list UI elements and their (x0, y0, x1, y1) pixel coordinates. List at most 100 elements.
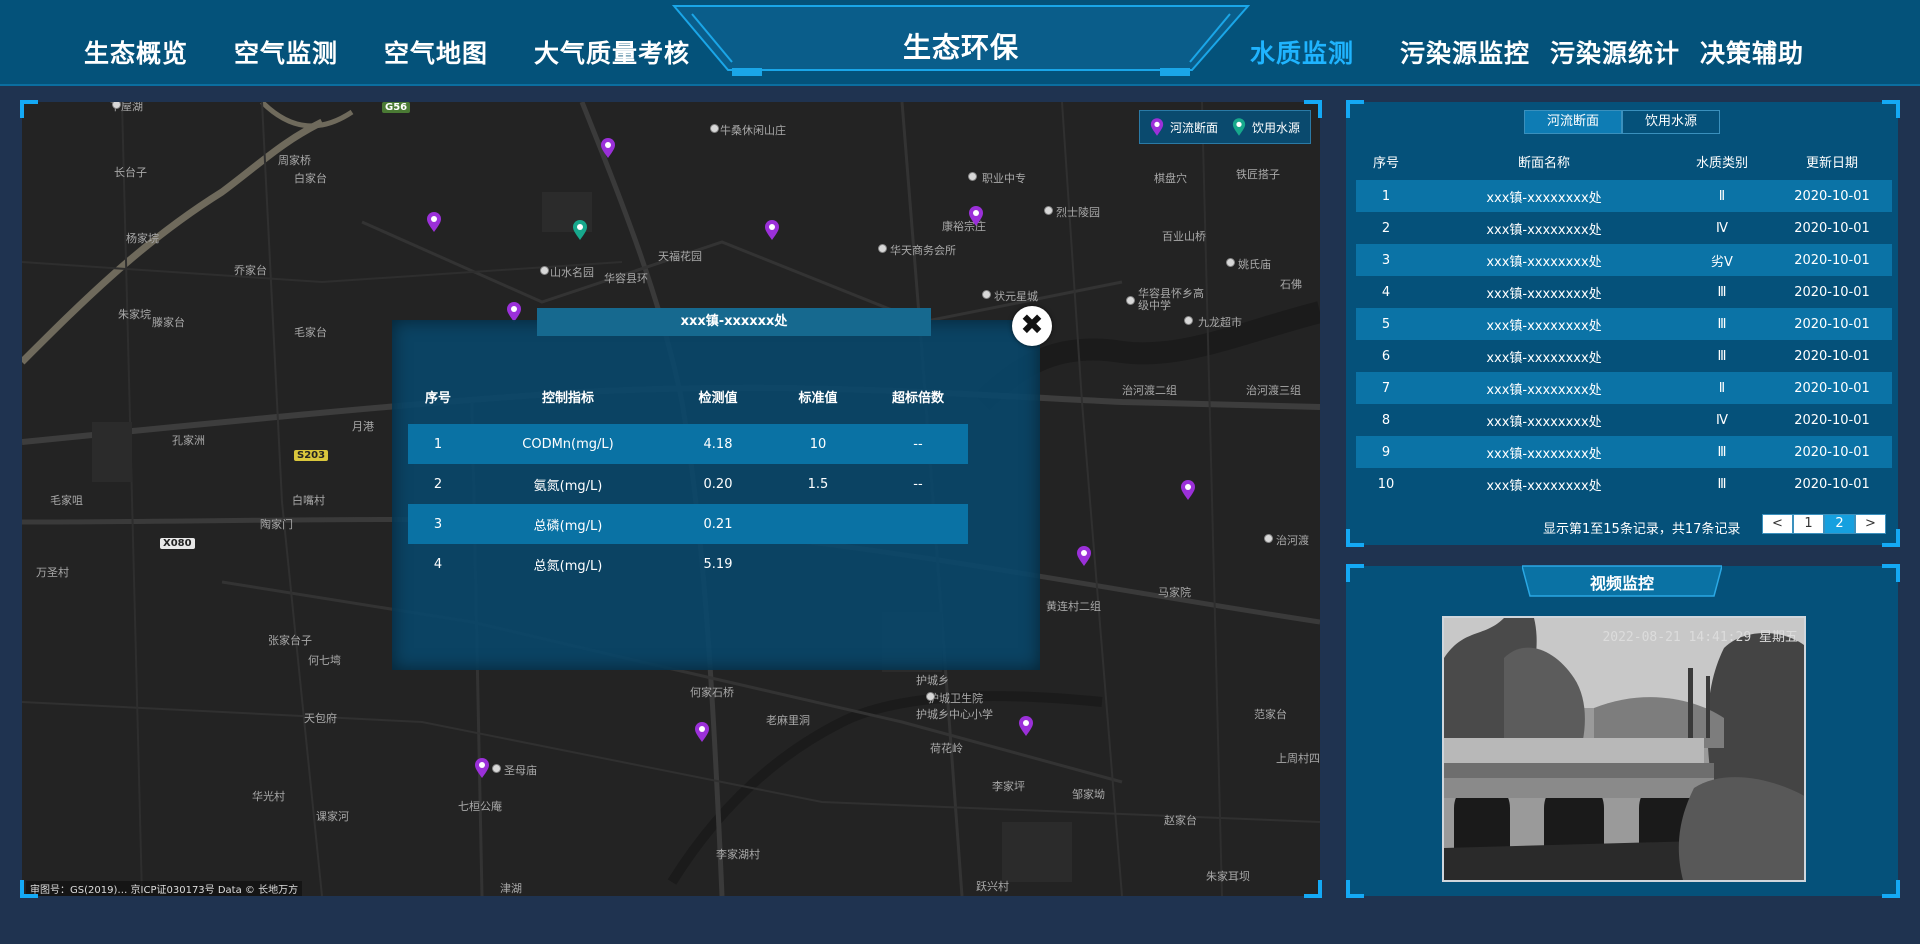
poi-dot (540, 266, 549, 275)
cell: Ⅳ (1716, 220, 1728, 236)
river-section-marker[interactable] (1180, 480, 1196, 500)
popup-title: xxx镇-xxxxxx处 (537, 308, 931, 336)
map-label: 护城乡 (916, 674, 949, 687)
video-monitor-panel: 视频监控 2022-08-21 14:41:29 星期五 (1346, 565, 1898, 896)
cell: xxx镇-xxxxxxxx处 (1486, 350, 1602, 366)
cell: 8 (1381, 412, 1391, 428)
cell: 2020-10-01 (1794, 284, 1870, 300)
table-row[interactable]: 5 xxx镇-xxxxxxxx处 Ⅲ 2020-10-01 (1356, 308, 1892, 340)
frame-corner (1882, 100, 1900, 118)
river-section-panel: 河流断面 饮用水源 序号 断面名称 水质类别 更新日期 1 xxx镇-xxxxxx… (1346, 102, 1898, 545)
cell: 7 (1381, 380, 1391, 396)
river-section-marker[interactable] (968, 206, 984, 226)
cell: 1 (433, 436, 443, 452)
map-label: 姚氏庙 (1238, 258, 1271, 271)
cell: 5 (1381, 316, 1391, 332)
cell: Ⅲ (1717, 316, 1727, 332)
poi-dot (982, 290, 991, 299)
panel-tabs: 河流断面 饮用水源 (1524, 110, 1720, 134)
video-panel-title: 视频监控 (1589, 574, 1654, 593)
river-section-marker[interactable] (600, 138, 616, 158)
nav-air-quality-assessment[interactable]: 大气质量考核 (534, 34, 690, 70)
frame-corner (1882, 880, 1900, 898)
map-label: 老麻里洞 (766, 714, 810, 727)
popup-indicator-table: 序号 控制指标 检测值 标准值 超标倍数 1 CODMn(mg/L) 4.18 … (408, 380, 968, 584)
tab-drinking-water[interactable]: 饮用水源 (1622, 110, 1720, 134)
table-row[interactable]: 7 xxx镇-xxxxxxxx处 Ⅱ 2020-10-01 (1356, 372, 1892, 404)
map-label: 朱家耳坝 (1206, 870, 1250, 883)
cell: 2020-10-01 (1794, 252, 1870, 268)
water-quality-map[interactable]: 下屋湖 G56 牛桑休闲山庄 周家桥 长台子 白家台 职业中专 棋盘穴 铁匠搭子… (22, 102, 1320, 896)
table-row: 1 CODMn(mg/L) 4.18 10 -- (408, 424, 968, 464)
map-label: 九龙超市 (1198, 316, 1242, 329)
road-badge-g56: G56 (382, 102, 411, 113)
river-section-marker[interactable] (506, 302, 522, 322)
river-section-marker[interactable] (474, 758, 490, 778)
table-row[interactable]: 10 xxx镇-xxxxxxxx处 Ⅲ 2020-10-01 (1356, 468, 1892, 500)
river-section-marker[interactable] (1018, 716, 1034, 736)
map-label: 课家河 (316, 810, 349, 823)
cell: -- (913, 476, 923, 492)
poi-dot (1184, 316, 1193, 325)
cell: 2020-10-01 (1794, 220, 1870, 236)
frame-corner (20, 100, 38, 118)
map-label: 烈士陵园 (1056, 206, 1100, 219)
table-row[interactable]: 9 xxx镇-xxxxxxxx处 Ⅲ 2020-10-01 (1356, 436, 1892, 468)
map-label: 山水名园 (550, 266, 594, 279)
river-section-marker[interactable] (764, 220, 780, 240)
table-row[interactable]: 2 xxx镇-xxxxxxxx处 Ⅳ 2020-10-01 (1356, 212, 1892, 244)
prev-page-button[interactable]: < (1762, 514, 1793, 534)
col-header: 序号 (1372, 155, 1399, 171)
top-header: 生态概览 空气监测 空气地图 大气质量考核 生态环保 水质监测 污染源监控 污染… (0, 0, 1920, 86)
map-label: 白嘴村 (292, 494, 325, 507)
col-header: 水质类别 (1695, 155, 1748, 171)
map-label: 华天商务会所 (890, 244, 956, 257)
page-1-button[interactable]: 1 (1793, 514, 1824, 534)
map-label: 棋盘穴 (1154, 172, 1187, 185)
map-label: 毛家台 (294, 326, 327, 339)
nav-pollution-statistics[interactable]: 污染源统计 (1550, 34, 1680, 70)
river-marker-icon (1150, 118, 1164, 136)
table-row[interactable]: 8 xxx镇-xxxxxxxx处 Ⅳ 2020-10-01 (1356, 404, 1892, 436)
cell: -- (913, 436, 923, 452)
legend-river[interactable]: 河流断面 (1150, 118, 1218, 136)
cell: 2 (1381, 220, 1391, 236)
cell: 4 (1381, 284, 1391, 300)
map-legend: 河流断面 饮用水源 (1138, 110, 1311, 144)
map-label: 孔家洲 (172, 434, 205, 447)
nav-air-map[interactable]: 空气地图 (384, 34, 488, 70)
table-row[interactable]: 1 xxx镇-xxxxxxxx处 Ⅱ 2020-10-01 (1356, 180, 1892, 212)
page-2-button[interactable]: 2 (1824, 514, 1855, 534)
table-row[interactable]: 4 xxx镇-xxxxxxxx处 Ⅲ 2020-10-01 (1356, 276, 1892, 308)
river-section-marker[interactable] (426, 212, 442, 232)
map-copyright: 审图号：GS(2019)… 京ICP证030173号 Data © 长地万方 (26, 881, 303, 896)
cell: 2 (433, 476, 443, 492)
nav-air-monitoring[interactable]: 空气监测 (234, 34, 338, 70)
map-label: 何七塆 (308, 654, 341, 667)
cell: 1.5 (807, 476, 829, 492)
table-row[interactable]: 3 xxx镇-xxxxxxxx处 劣Ⅴ 2020-10-01 (1356, 244, 1892, 276)
nav-pollution-monitoring[interactable]: 污染源监控 (1400, 34, 1530, 70)
river-section-marker[interactable] (694, 722, 710, 742)
map-label: 护城乡中心小学 (916, 708, 993, 721)
map-label: 杨家垸 (126, 232, 159, 245)
video-feed[interactable]: 2022-08-21 14:41:29 星期五 (1442, 616, 1806, 882)
nav-decision-support[interactable]: 决策辅助 (1700, 34, 1804, 70)
cell: 2020-10-01 (1794, 412, 1870, 428)
cell: 总氮(mg/L) (533, 558, 603, 574)
map-label: 邹家坳 (1072, 788, 1105, 801)
nav-water-monitoring[interactable]: 水质监测 (1250, 34, 1354, 70)
frame-corner (1882, 564, 1900, 582)
drinking-water-marker[interactable] (572, 220, 588, 240)
river-section-marker[interactable] (1076, 546, 1092, 566)
table-row[interactable]: 6 xxx镇-xxxxxxxx处 Ⅲ 2020-10-01 (1356, 340, 1892, 372)
map-label: 白家台 (294, 172, 327, 185)
legend-drinking-water[interactable]: 饮用水源 (1232, 118, 1300, 136)
map-label: 李家湖村 (716, 848, 760, 861)
cell: xxx镇-xxxxxxxx处 (1486, 446, 1602, 462)
nav-eco-overview[interactable]: 生态概览 (84, 34, 188, 70)
tab-river-section[interactable]: 河流断面 (1524, 110, 1622, 134)
cell: xxx镇-xxxxxxxx处 (1486, 222, 1602, 238)
table-header-row: 序号 断面名称 水质类别 更新日期 (1356, 146, 1892, 176)
close-icon[interactable]: ✖ (1012, 306, 1052, 346)
